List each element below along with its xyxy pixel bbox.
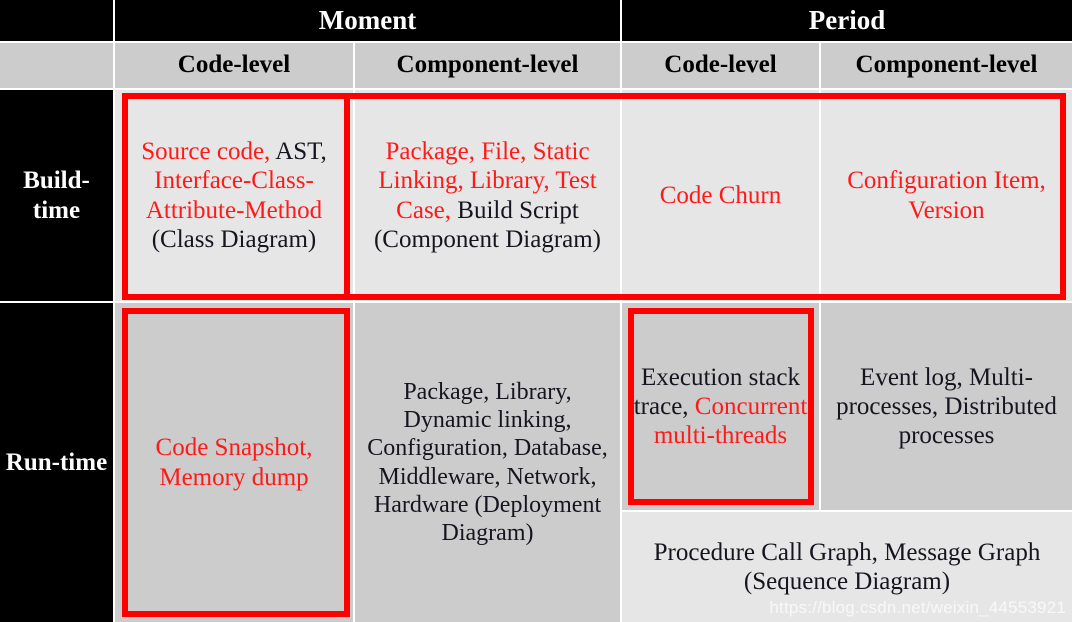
row-separator-0: [0, 41, 1072, 43]
header-group-period: Period: [622, 0, 1072, 41]
cell-build-moment-code: Source code, AST, Interface-Class-Attrib…: [115, 90, 353, 301]
comparison-table: Moment Period Code-level Component-level…: [0, 0, 1072, 622]
run-red-5: Configuration Item, Version: [847, 167, 1046, 224]
cell-build-period-component-text: Configuration Item, Version: [821, 166, 1072, 225]
cell-build-moment-component-text: Package, File, Static Linking, Library, …: [355, 137, 620, 254]
row-label-run-time: Run-time: [0, 303, 113, 622]
subheader-moment-code-level: Code-level: [115, 43, 353, 88]
cell-run-moment-component: Package, Library, Dynamic linking, Confi…: [355, 303, 620, 622]
row-separator-3: [620, 510, 1072, 512]
row-separator-2: [0, 301, 1072, 303]
table-corner-sub: [0, 43, 113, 88]
cell-build-period-code-text: Code Churn: [622, 181, 819, 210]
run-black-7: Procedure Call Graph, Message Graph (Seq…: [653, 538, 1041, 595]
header-group-moment-label: Moment: [318, 5, 417, 36]
run-red-1: Source code,: [141, 138, 271, 165]
cell-build-period-code: Code Churn: [622, 90, 819, 301]
subheader-moment-code-level-label: Code-level: [177, 51, 291, 79]
row-separator-1: [0, 88, 1072, 90]
cell-run-period-code-text: Execution stack trace, Concurrent multi-…: [622, 363, 819, 451]
cell-build-period-component: Configuration Item, Version: [821, 90, 1072, 301]
subheader-period-code-level: Code-level: [622, 43, 819, 88]
cell-run-period-component: Event log, Multi-processes, Distributed …: [821, 303, 1072, 510]
cell-run-period-component-text: Event log, Multi-processes, Distributed …: [821, 363, 1072, 451]
run-red-6: Code Snapshot, Memory dump: [155, 434, 313, 491]
column-separator-0: [113, 0, 115, 622]
cell-run-moment-component-text: Package, Library, Dynamic linking, Confi…: [355, 378, 620, 546]
cell-run-period-code: Execution stack trace, Concurrent multi-…: [622, 303, 819, 510]
cell-run-moment-code: Code Snapshot, Memory dump: [115, 303, 353, 622]
run-black-2: (Class Diagram): [151, 225, 317, 253]
row-label-build-time-text: Build-time: [23, 167, 90, 224]
table-corner-top: [0, 0, 113, 41]
run-red-4: Code Churn: [659, 181, 782, 209]
run-black-6: Event log, Multi-processes, Distributed …: [836, 363, 1057, 450]
header-group-moment: Moment: [115, 0, 620, 41]
row-label-build-time: Build-time: [0, 90, 113, 301]
cell-run-moment-code-text: Code Snapshot, Memory dump: [115, 433, 353, 492]
subheader-moment-component-level: Component-level: [355, 43, 620, 88]
subheader-period-component-level-label: Component-level: [855, 51, 1038, 79]
column-separator-1: [353, 43, 355, 622]
cell-build-moment-code-text: Source code, AST, Interface-Class-Attrib…: [115, 137, 353, 254]
column-separator-2: [620, 0, 622, 622]
subheader-moment-component-level-label: Component-level: [396, 51, 579, 79]
subheader-period-code-level-label: Code-level: [664, 51, 777, 79]
run-red-2: Interface-Class-Attribute-Method: [145, 167, 323, 224]
watermark-text: https://blog.csdn.net/weixin_44553921: [769, 598, 1066, 617]
run-black-1: AST,: [275, 138, 327, 165]
subheader-period-component-level: Component-level: [821, 43, 1072, 88]
header-group-period-label: Period: [808, 5, 886, 36]
row-label-run-time-text: Run-time: [5, 448, 108, 476]
cell-build-moment-component: Package, File, Static Linking, Library, …: [355, 90, 620, 301]
run-black-4: Package, Library, Dynamic linking, Confi…: [367, 379, 608, 546]
cell-run-period-merged-text: Procedure Call Graph, Message Graph (Seq…: [622, 538, 1072, 597]
column-separator-3: [819, 43, 821, 510]
